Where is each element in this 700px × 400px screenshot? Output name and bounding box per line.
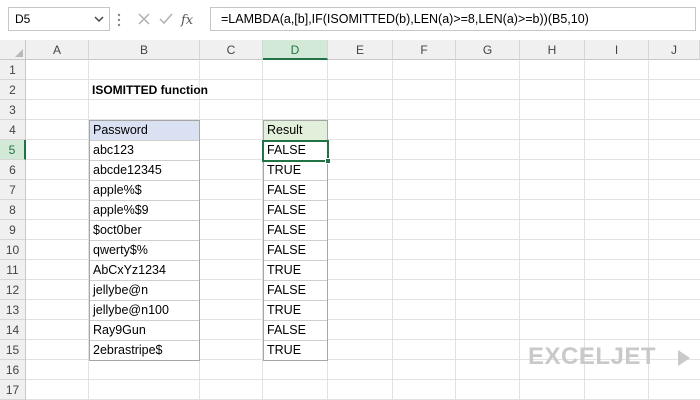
enter-check-icon[interactable] bbox=[158, 11, 174, 27]
row-header-11[interactable]: 11 bbox=[0, 260, 26, 280]
result-cell[interactable]: FALSE bbox=[264, 201, 327, 221]
row-header-5[interactable]: 5 bbox=[0, 140, 26, 160]
row-header-12[interactable]: 12 bbox=[0, 280, 26, 300]
name-box-value: D5 bbox=[15, 12, 31, 26]
row-header-2[interactable]: 2 bbox=[0, 80, 26, 100]
cancel-icon[interactable] bbox=[136, 11, 152, 27]
formula-input[interactable]: =LAMBDA(a,[b],IF(ISOMITTED(b),LEN(a)>=8,… bbox=[210, 7, 696, 31]
password-table: Password abc123 abcde12345 apple%$ apple%$9… bbox=[89, 120, 200, 361]
password-cell[interactable]: $oct0ber bbox=[90, 221, 199, 241]
password-cell[interactable]: AbCxYz1234 bbox=[90, 261, 199, 281]
column-header-e[interactable]: E bbox=[328, 40, 393, 60]
logo-text: EXCELJET bbox=[528, 343, 657, 370]
row-header-17[interactable]: 17 bbox=[0, 380, 26, 400]
insert-function-icon[interactable]: fx bbox=[180, 11, 200, 27]
column-header-c[interactable]: C bbox=[200, 40, 263, 60]
password-cell[interactable]: abc123 bbox=[90, 141, 199, 161]
column-header-g[interactable]: G bbox=[456, 40, 520, 60]
formula-bar: D5 fx =LAMBDA(a,[b],IF(ISOMITTED(b),LEN(… bbox=[0, 0, 700, 40]
row-header-6[interactable]: 6 bbox=[0, 160, 26, 180]
fill-handle[interactable] bbox=[325, 158, 331, 164]
column-header-h[interactable]: H bbox=[520, 40, 585, 60]
column-header-a[interactable]: A bbox=[26, 40, 89, 60]
logo-mark-icon bbox=[678, 350, 690, 366]
result-cell[interactable]: TRUE bbox=[264, 301, 327, 321]
result-cell[interactable]: FALSE bbox=[264, 221, 327, 241]
column-header-f[interactable]: F bbox=[393, 40, 456, 60]
row-header-10[interactable]: 10 bbox=[0, 240, 26, 260]
result-header[interactable]: Result bbox=[264, 121, 327, 141]
column-header-j[interactable]: J bbox=[649, 40, 700, 60]
password-cell[interactable]: apple%$ bbox=[90, 181, 199, 201]
result-cell[interactable]: FALSE bbox=[264, 181, 327, 201]
result-cell[interactable]: FALSE bbox=[264, 321, 327, 341]
name-box[interactable]: D5 bbox=[8, 7, 110, 31]
password-cell[interactable]: qwerty$% bbox=[90, 241, 199, 261]
chevron-down-icon[interactable] bbox=[93, 12, 105, 26]
drag-handle-icon[interactable] bbox=[117, 13, 121, 27]
row-header-1[interactable]: 1 bbox=[0, 60, 26, 80]
column-header-b[interactable]: B bbox=[89, 40, 200, 60]
svg-text:fx: fx bbox=[180, 13, 194, 27]
password-cell[interactable]: Ray9Gun bbox=[90, 321, 199, 341]
formula-text: =LAMBDA(a,[b],IF(ISOMITTED(b),LEN(a)>=8,… bbox=[221, 12, 589, 26]
password-cell[interactable]: jellybe@n100 bbox=[90, 301, 199, 321]
column-header-i[interactable]: I bbox=[585, 40, 649, 60]
row-header-9[interactable]: 9 bbox=[0, 220, 26, 240]
row-header-8[interactable]: 8 bbox=[0, 200, 26, 220]
formula-bar-buttons: fx bbox=[128, 7, 202, 31]
row-header-4[interactable]: 4 bbox=[0, 120, 26, 140]
row-header-16[interactable]: 16 bbox=[0, 360, 26, 380]
gridline-row bbox=[26, 379, 700, 380]
password-cell[interactable]: jellybe@n bbox=[90, 281, 199, 301]
result-cell[interactable]: FALSE bbox=[264, 241, 327, 261]
row-header-15[interactable]: 15 bbox=[0, 340, 26, 360]
password-header[interactable]: Password bbox=[90, 121, 199, 141]
gridline-column bbox=[519, 60, 520, 400]
active-cell-selection[interactable] bbox=[262, 140, 331, 164]
column-header-d[interactable]: D bbox=[263, 40, 328, 60]
row-header-7[interactable]: 7 bbox=[0, 180, 26, 200]
row-header-13[interactable]: 13 bbox=[0, 300, 26, 320]
select-all-button[interactable] bbox=[0, 40, 26, 60]
result-cell[interactable]: TRUE bbox=[264, 261, 327, 281]
password-cell[interactable]: apple%$9 bbox=[90, 201, 199, 221]
sheet-title[interactable]: ISOMITTED function bbox=[92, 80, 208, 100]
result-cell[interactable]: TRUE bbox=[264, 341, 327, 361]
password-cell[interactable]: 2ebrastripe$ bbox=[90, 341, 199, 361]
result-cell[interactable]: TRUE bbox=[264, 161, 327, 181]
result-cell[interactable]: FALSE bbox=[264, 281, 327, 301]
password-cell[interactable]: abcde12345 bbox=[90, 161, 199, 181]
row-header-3[interactable]: 3 bbox=[0, 100, 26, 120]
row-header-14[interactable]: 14 bbox=[0, 320, 26, 340]
gridline-column bbox=[392, 60, 393, 400]
gridline-column bbox=[455, 60, 456, 400]
worksheet-grid[interactable]: ABCDEFGHIJ 1 2 3 4 5 6 7 8 9 10 11 12 13 14 15 16 17 ISO… bbox=[0, 40, 700, 400]
